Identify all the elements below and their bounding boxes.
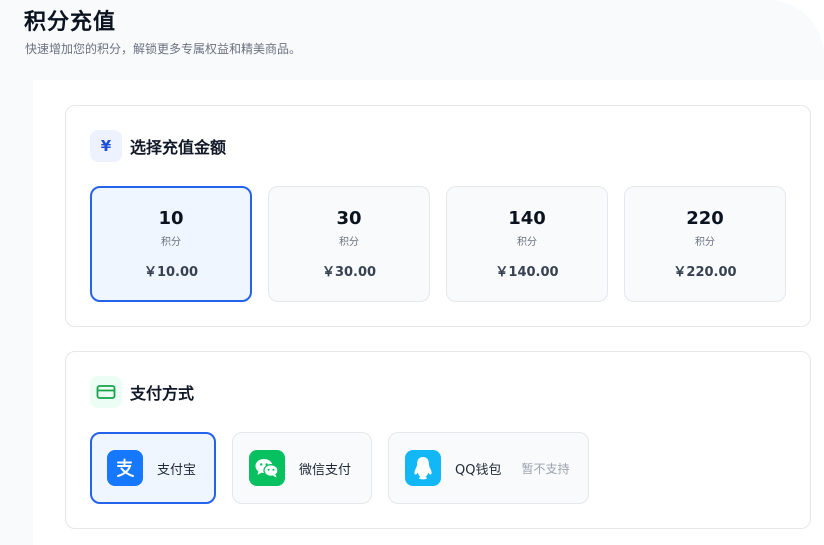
amount-points: 10 [158,208,184,229]
amount-card: ¥ 选择充值金额 10 积分 ￥10.00 30 积分 ￥30.00 140 积… [65,105,811,327]
page-subtitle: 快速增加您的积分，解锁更多专属权益和精美商品。 [25,42,302,56]
payment-method-wechat[interactable]: 微信支付 [232,432,372,504]
amount-unit: 积分 [339,237,359,248]
amount-option-140[interactable]: 140 积分 ￥140.00 [446,186,608,302]
payment-method-label: 支付宝 [157,462,197,478]
amount-points: 140 [508,208,546,229]
amount-price: ￥10.00 [143,265,199,280]
amount-options: 10 积分 ￥10.00 30 积分 ￥30.00 140 积分 ￥140.00… [90,186,786,302]
payment-method-label: 微信支付 [299,462,352,478]
amount-option-220[interactable]: 220 积分 ￥220.00 [624,186,786,302]
credit-card-icon [90,376,122,408]
amount-unit: 积分 [517,237,537,248]
amount-option-10[interactable]: 10 积分 ￥10.00 [90,186,252,302]
amount-card-title: 选择充值金额 [130,138,227,157]
alipay-icon [107,450,143,486]
page-title: 积分充值 [24,10,117,35]
yuan-icon: ¥ [90,130,122,162]
amount-price: ￥30.00 [321,265,377,280]
amount-price: ￥220.00 [673,265,737,280]
qq-icon [405,450,441,486]
amount-price: ￥140.00 [495,265,559,280]
payment-method-alipay[interactable]: 支付宝 [90,432,216,504]
unsupported-note: 暂不支持 [521,461,570,476]
payment-card: 支付方式 支付宝 微信支付 QQ钱包 暂不支持 [65,351,811,529]
payment-card-header: 支付方式 [90,376,194,408]
wechat-icon [249,450,285,486]
payment-method-label: QQ钱包 [455,462,502,478]
recharge-page: 积分充值 快速增加您的积分，解锁更多专属权益和精美商品。 ¥ 选择充值金额 10… [0,0,824,545]
amount-card-header: ¥ 选择充值金额 [90,130,226,162]
payment-card-title: 支付方式 [130,384,195,403]
amount-unit: 积分 [161,237,181,248]
amount-unit: 积分 [695,237,715,248]
payment-method-qq[interactable]: QQ钱包 暂不支持 [388,432,589,504]
amount-points: 220 [686,208,724,229]
content-panel: ¥ 选择充值金额 10 积分 ￥10.00 30 积分 ￥30.00 140 积… [33,80,824,545]
payment-methods: 支付宝 微信支付 QQ钱包 暂不支持 [90,432,605,504]
amount-points: 30 [336,208,362,229]
amount-option-30[interactable]: 30 积分 ￥30.00 [268,186,430,302]
